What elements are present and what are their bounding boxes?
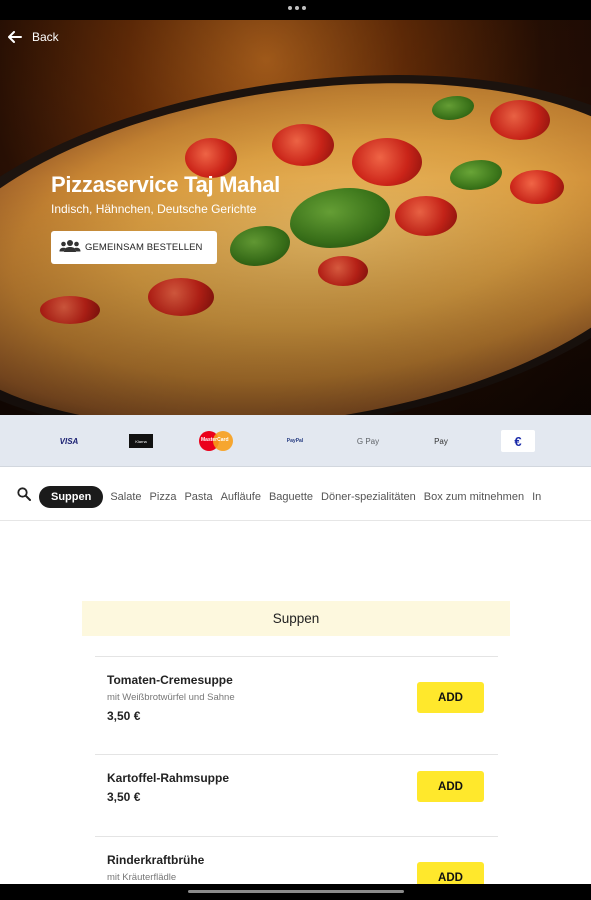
category-nav: Suppen Salate Pizza Pasta Aufläufe Bague… <box>0 467 591 521</box>
paypal-logo: PayPal <box>286 438 304 444</box>
category-tab-box[interactable]: Box zum mitnehmen <box>424 491 524 503</box>
home-indicator[interactable] <box>188 890 404 893</box>
google-pay-logo: G Pay <box>356 436 380 446</box>
category-tab-doener[interactable]: Döner-spezialitäten <box>321 491 416 503</box>
search-icon[interactable] <box>17 487 31 506</box>
item-name: Rinderkraftbrühe <box>107 853 205 867</box>
menu-item: Rinderkraftbrühe mit Kräuterflädle ADD <box>95 836 498 884</box>
category-tab-more[interactable]: In <box>532 491 541 503</box>
group-order-button[interactable]: GEMEINSAM BESTELLEN <box>51 231 217 264</box>
hero-banner <box>0 20 591 415</box>
back-button[interactable]: Back <box>8 30 59 44</box>
item-description: mit Kräuterflädle <box>107 872 177 883</box>
visa-logo: VISA <box>59 436 79 446</box>
section-title: Suppen <box>82 601 510 636</box>
restaurant-cuisines: Indisch, Hähnchen, Deutsche Gerichte <box>51 202 257 216</box>
category-tab-suppen[interactable]: Suppen <box>39 486 104 508</box>
menu-item: Tomaten-Cremesuppe mit Weißbrotwürfel un… <box>95 656 498 754</box>
item-description: mit Weißbrotwürfel und Sahne <box>107 692 235 703</box>
back-label: Back <box>32 30 59 44</box>
navigation-bar <box>0 884 591 900</box>
category-tab-auflaeufe[interactable]: Aufläufe <box>221 491 261 503</box>
item-name: Tomaten-Cremesuppe <box>107 673 233 687</box>
restaurant-name: Pizzaservice Taj Mahal <box>51 172 280 197</box>
category-tab-baguette[interactable]: Baguette <box>269 491 313 503</box>
item-price: 3,50 € <box>107 709 141 723</box>
group-icon <box>59 239 81 256</box>
item-name: Kartoffel-Rahmsuppe <box>107 771 230 785</box>
add-button[interactable]: ADD <box>417 771 484 802</box>
hero-shade <box>0 20 591 415</box>
payment-methods-bar: VISA Klarna MasterCard PayPal G Pay Pay … <box>0 415 591 467</box>
apple-pay-logo: Pay <box>434 436 448 446</box>
category-tab-pasta[interactable]: Pasta <box>184 491 212 503</box>
menu-item: Kartoffel-Rahmsuppe 3,50 € ADD <box>95 754 498 836</box>
category-tab-pizza[interactable]: Pizza <box>150 491 177 503</box>
group-order-label: GEMEINSAM BESTELLEN <box>85 242 203 253</box>
menu-content: Suppen Tomaten-Cremesuppe mit Weißbrotwü… <box>0 521 591 884</box>
category-list: Suppen Salate Pizza Pasta Aufläufe Bague… <box>39 486 549 508</box>
arrow-left-icon <box>8 31 22 43</box>
cash-euro-logo: € <box>501 415 535 467</box>
status-bar <box>0 0 591 20</box>
klarna-logo: Klarna <box>129 415 153 467</box>
category-tab-salate[interactable]: Salate <box>110 491 141 503</box>
add-button[interactable]: ADD <box>417 682 484 713</box>
add-button[interactable]: ADD <box>417 862 484 884</box>
item-price: 3,50 € <box>107 790 141 804</box>
mastercard-logo: MasterCard <box>199 415 235 467</box>
more-dots-icon[interactable] <box>288 6 306 10</box>
